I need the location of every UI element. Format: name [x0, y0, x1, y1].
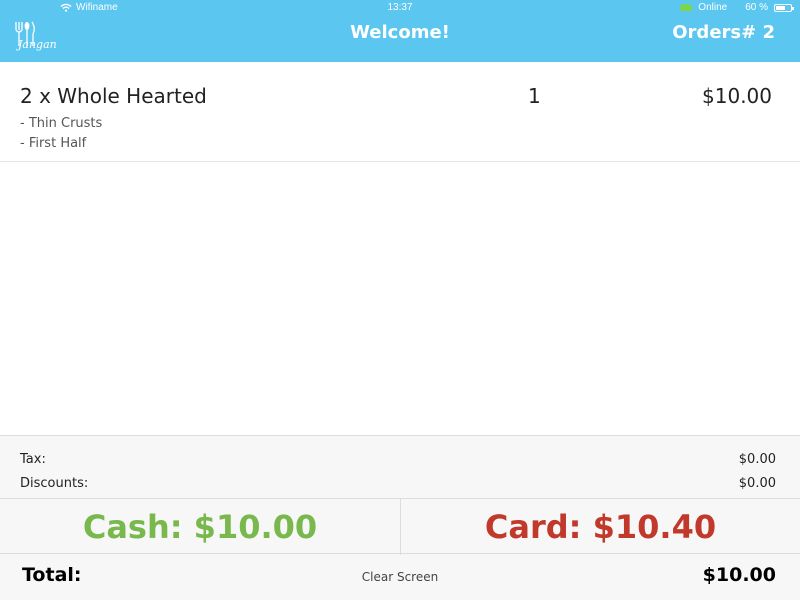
total-row: Total: Clear Screen $10.00: [0, 554, 800, 600]
discounts-value: $0.00: [738, 476, 776, 491]
item-modifiers: - Thin Crusts - First Half: [20, 114, 102, 154]
status-bar: Wifiname 13:37 Online 60 %: [0, 0, 800, 16]
clear-screen-button[interactable]: Clear Screen: [0, 570, 800, 584]
battery-icon: [774, 3, 794, 12]
status-right: Online 60 %: [680, 2, 794, 13]
modifier-half: - First Half: [20, 136, 87, 151]
orders-counter[interactable]: Orders# 2: [672, 22, 775, 43]
battery-percent: 60 %: [745, 2, 768, 13]
total-value: $10.00: [702, 564, 776, 586]
order-line-item[interactable]: 2 x Whole Hearted 1 $10.00 - Thin Crusts…: [0, 62, 800, 162]
tax-label: Tax:: [20, 452, 46, 467]
connection-status: Online: [698, 2, 728, 13]
header-bar: Wifiname 13:37 Online 60 % Jangan Welcom…: [0, 0, 800, 62]
modifier-crust: - Thin Crusts: [20, 116, 103, 131]
order-summary: Tax: $0.00 Discounts: $0.00 Cash: $10.00…: [0, 435, 800, 600]
item-price: $10.00: [702, 84, 772, 108]
discounts-label: Discounts:: [20, 476, 89, 491]
cash-payment-button[interactable]: Cash: $10.00: [0, 499, 400, 555]
item-name: 2 x Whole Hearted: [20, 84, 207, 108]
tax-value: $0.00: [738, 452, 776, 467]
cloud-icon: [680, 4, 693, 11]
card-payment-button[interactable]: Card: $10.40: [400, 499, 800, 555]
payment-options: Cash: $10.00 Card: $10.40: [0, 498, 800, 555]
item-quantity: 1: [528, 84, 541, 108]
